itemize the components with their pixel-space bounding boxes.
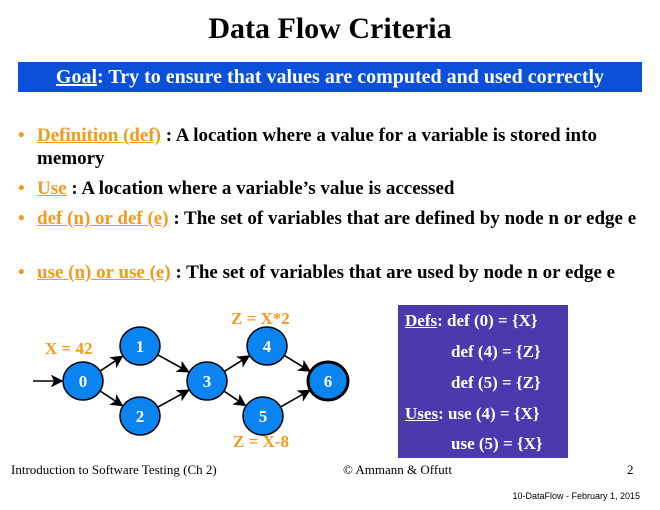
node-label: 6: [324, 372, 333, 391]
edge-5-6: [280, 389, 311, 408]
edge-1-3: [157, 354, 190, 373]
def-entry: def (4) = {Z}: [451, 342, 541, 361]
edge-3-5: [223, 390, 247, 407]
defs-uses-box: Defs: def (0) = {X} def (4) = {Z} def (5…: [398, 305, 568, 458]
node-label: 3: [203, 372, 212, 391]
node-label: 2: [136, 407, 145, 426]
use-entry: use (5) = {X}: [451, 434, 543, 453]
node-2: 2: [119, 396, 161, 436]
use-entry: use (4) = {X}: [447, 404, 540, 423]
defs-label: Defs: [405, 311, 438, 330]
node-3: 3: [186, 361, 228, 401]
node-4: 4: [246, 326, 288, 366]
edge-0-1: [99, 355, 124, 372]
node-0: 0: [62, 361, 104, 401]
def-entry: def (0) = {X}: [447, 311, 538, 330]
edge-2-3: [157, 389, 190, 408]
footer-stamp: 10-DataFlow - February 1, 2015: [512, 491, 640, 501]
node-label: 1: [136, 337, 145, 356]
annotation-node4: Z = X*2: [231, 309, 290, 328]
annotation-node5: Z = X-8: [233, 432, 289, 451]
page-number: 2: [627, 462, 634, 477]
node-label: 0: [79, 372, 88, 391]
node-5: 5: [242, 396, 284, 436]
edge-0-2: [99, 390, 124, 407]
node-label: 5: [259, 407, 268, 426]
footer-course: Introduction to Software Testing (Ch 2): [11, 462, 217, 477]
edge-3-4: [223, 355, 251, 373]
annotation-node0: X = 42: [45, 339, 92, 358]
edge-4-6: [283, 354, 312, 372]
footer-copyright: © Ammann & Offutt: [343, 462, 452, 477]
def-entry: def (5) = {Z}: [451, 373, 541, 392]
node-1: 1: [119, 326, 161, 366]
uses-label: Uses: [405, 404, 439, 423]
node-label: 4: [263, 337, 272, 356]
node-6: 6: [306, 360, 350, 402]
